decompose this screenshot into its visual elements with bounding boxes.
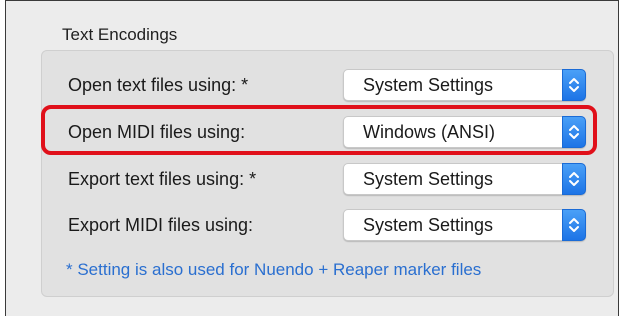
open-text-encoding-select[interactable]: System Settings	[343, 69, 586, 101]
open-text-encoding-value: System Settings	[363, 75, 494, 95]
export-text-label: Export text files using: *	[68, 169, 257, 189]
open-text-label: Open text files using: *	[68, 75, 249, 95]
export-text-encoding-value: System Settings	[363, 169, 494, 189]
setting-row-export-midi: Export MIDI files using: System Settings	[42, 206, 613, 242]
export-midi-encoding-select[interactable]: System Settings	[343, 209, 586, 241]
chevron-updown-icon[interactable]	[562, 209, 586, 241]
export-text-encoding-select[interactable]: System Settings	[343, 163, 586, 195]
chevron-updown-icon[interactable]	[562, 163, 586, 195]
chevron-updown-icon[interactable]	[562, 69, 586, 101]
preferences-panel: Text Encodings Open text files using: * …	[5, 0, 619, 316]
highlight-annotation	[41, 105, 597, 155]
group-title: Text Encodings	[62, 25, 178, 44]
text-encodings-group: Open text files using: * System Settings…	[41, 50, 614, 297]
export-midi-encoding-value: System Settings	[363, 215, 494, 235]
export-midi-label: Export MIDI files using:	[68, 215, 254, 235]
footnote-text: * Setting is also used for Nuendo + Reap…	[66, 260, 482, 279]
setting-row-open-text: Open text files using: * System Settings	[42, 66, 613, 102]
setting-row-export-text: Export text files using: * System Settin…	[42, 160, 613, 196]
